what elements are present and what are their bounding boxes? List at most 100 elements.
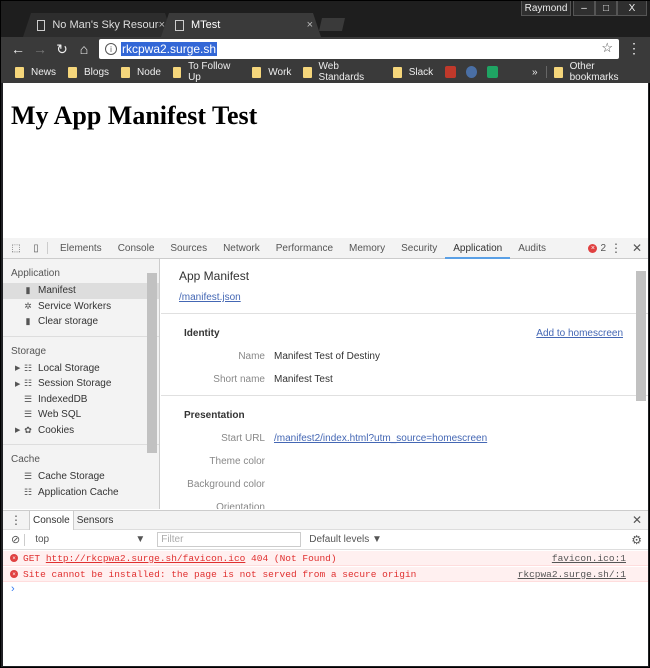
wu-icon[interactable] — [445, 66, 457, 78]
expand-arrow-icon[interactable]: ▶ — [15, 364, 20, 372]
sidebar-item-clear-storage[interactable]: ▮ Clear storage — [3, 314, 159, 330]
close-window-button[interactable]: X — [617, 1, 647, 16]
sidebar-item-manifest[interactable]: ▮ Manifest — [3, 283, 159, 299]
drawer-tab-console[interactable]: Console — [29, 510, 74, 530]
message-url[interactable]: http://rkcpwa2.surge.sh/favicon.ico — [46, 553, 246, 564]
minimize-button[interactable]: ‒ — [573, 1, 595, 16]
expand-arrow-icon[interactable]: ▶ — [15, 380, 20, 388]
folder-icon — [252, 66, 262, 78]
home-icon[interactable]: ⌂ — [73, 41, 95, 57]
console-prompt[interactable]: › — [11, 583, 15, 595]
tab-console[interactable]: Console — [110, 238, 163, 259]
tab-network[interactable]: Network — [215, 238, 268, 259]
item-label: Cookies — [38, 424, 75, 436]
sheets-icon[interactable] — [487, 66, 498, 78]
folder-icon — [554, 66, 563, 78]
sidebar-item-service-workers[interactable]: ✲ Service Workers — [3, 299, 159, 315]
gear-icon[interactable]: ⚙ — [631, 533, 642, 547]
row-key: Short name — [213, 374, 265, 385]
identity-row: Short name Manifest Test — [161, 374, 648, 385]
message-source-link[interactable]: rkcpwa2.surge.sh/:1 — [518, 569, 626, 580]
database-icon: ☰ — [23, 393, 33, 404]
sidebar-item-session-storage[interactable]: ▶ ☷ Session Storage — [3, 376, 159, 392]
drawer-menu-icon[interactable]: ⋮ — [3, 513, 29, 527]
row-key: Background color — [187, 479, 265, 490]
bookmark-star-icon[interactable]: ☆ — [601, 40, 613, 56]
bookmark-node[interactable]: Node — [121, 66, 161, 78]
close-tab-icon[interactable]: × — [307, 19, 313, 31]
context-select[interactable]: top ▼ — [35, 534, 145, 545]
bookmark-blogs[interactable]: Blogs — [68, 66, 110, 78]
manifest-link[interactable]: /manifest.json — [179, 292, 648, 303]
divider — [161, 313, 648, 314]
sidebar-item-web-sql[interactable]: ☰ Web SQL — [3, 407, 159, 423]
folder-icon — [303, 66, 312, 78]
tab-no-mans-sky[interactable]: No Man's Sky Resource × — [23, 13, 173, 37]
sidebar-item-cookies[interactable]: ▶ ✿ Cookies — [3, 423, 159, 439]
tab-elements[interactable]: Elements — [52, 238, 110, 259]
drawer-tab-sensors[interactable]: Sensors — [74, 511, 117, 530]
tab-security[interactable]: Security — [393, 238, 445, 259]
item-label: Service Workers — [38, 300, 112, 312]
arrow-circle-icon[interactable] — [466, 66, 478, 78]
back-icon[interactable]: ← — [7, 41, 29, 57]
item-label: Session Storage — [38, 378, 112, 390]
sidebar-item-local-storage[interactable]: ▶ ☷ Local Storage — [3, 361, 159, 377]
item-label: IndexedDB — [38, 393, 88, 405]
levels-dropdown[interactable]: Default levels ▼ — [309, 534, 382, 545]
bookmark-web-standards[interactable]: Web Standards — [303, 61, 380, 83]
tab-sources[interactable]: Sources — [162, 238, 215, 259]
devtools-menu-icon[interactable]: ⋮ — [610, 241, 622, 255]
url-text[interactable]: rkcpwa2.surge.sh — [121, 42, 218, 56]
error-count-badge[interactable]: × 2 — [588, 243, 606, 254]
profile-button[interactable]: Raymond — [521, 1, 571, 16]
add-to-homescreen-link[interactable]: Add to homescreen — [536, 328, 623, 339]
other-bookmarks[interactable]: Other bookmarks — [554, 61, 639, 83]
message-source-link[interactable]: favicon.ico:1 — [552, 553, 626, 564]
grid-icon: ☷ — [23, 362, 33, 373]
tab-audits[interactable]: Audits — [510, 238, 554, 259]
bookmark-news[interactable]: News — [15, 66, 56, 78]
divider — [161, 395, 648, 396]
bookmark-label: Blogs — [84, 66, 110, 78]
expand-arrow-icon[interactable]: ▶ — [15, 426, 20, 434]
close-drawer-icon[interactable]: ✕ — [632, 513, 642, 527]
section-storage: Storage — [11, 345, 47, 357]
bookmark-slack[interactable]: Slack — [392, 66, 433, 78]
bookmarks-overflow-icon[interactable]: » — [532, 67, 538, 78]
row-value: Manifest Test — [274, 374, 333, 385]
tab-application[interactable]: Application — [445, 238, 511, 259]
grid-icon: ☷ — [23, 486, 33, 497]
page-heading: My App Manifest Test — [11, 101, 258, 130]
new-tab-button[interactable] — [319, 18, 345, 31]
bookmark-work[interactable]: Work — [252, 66, 291, 78]
item-label: Manifest — [38, 285, 76, 297]
divider — [24, 533, 26, 546]
bookmark-label: Other bookmarks — [569, 61, 619, 83]
device-toggle-icon[interactable]: ▯ — [29, 243, 43, 254]
grid-icon: ☷ — [23, 378, 33, 389]
tab-memory[interactable]: Memory — [341, 238, 393, 259]
inspect-icon[interactable]: ⬚ — [9, 243, 23, 254]
bookmark-to-follow-up[interactable]: To Follow Up — [172, 61, 240, 83]
message-text: GET — [23, 552, 46, 564]
devtools-panel: ⬚ ▯ Elements Console Sources Network Per… — [3, 238, 648, 666]
message-text: Site cannot be installed: the page is no… — [23, 568, 417, 580]
sidebar-item-indexeddb[interactable]: ☰ IndexedDB — [3, 392, 159, 408]
tab-performance[interactable]: Performance — [268, 238, 341, 259]
identity-row: Name Manifest Test of Destiny — [161, 351, 648, 362]
filter-input[interactable]: Filter — [157, 532, 302, 547]
address-bar[interactable]: i rkcpwa2.surge.sh ☆ — [99, 39, 619, 59]
close-devtools-icon[interactable]: ✕ — [632, 241, 642, 255]
browser-menu-icon[interactable]: ⋮ — [627, 40, 641, 57]
start-url-link[interactable]: /manifest2/index.html?utm_source=homescr… — [274, 433, 487, 444]
reload-icon[interactable]: ↻ — [51, 41, 73, 58]
forward-icon[interactable]: → — [29, 41, 51, 57]
row-key: Name — [238, 351, 265, 362]
sidebar-item-application-cache[interactable]: ☷ Application Cache — [3, 485, 159, 501]
maximize-button[interactable]: □ — [595, 1, 617, 16]
sidebar-item-cache-storage[interactable]: ☰ Cache Storage — [3, 469, 159, 485]
tab-mtest[interactable]: MTest × — [161, 13, 321, 37]
clear-console-icon[interactable]: ⊘ — [11, 533, 20, 546]
info-icon[interactable]: i — [105, 43, 117, 55]
